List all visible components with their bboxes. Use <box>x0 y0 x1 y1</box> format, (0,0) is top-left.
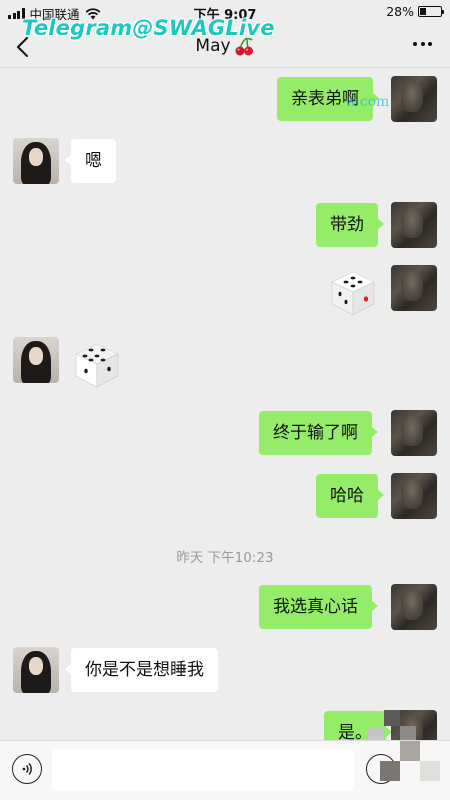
mosaic-pixel <box>368 728 384 740</box>
more-dot <box>428 42 432 46</box>
watermark-url: w.com <box>345 94 390 110</box>
my-avatar[interactable] <box>391 473 437 519</box>
message-bubble-her[interactable]: 嗯 <box>65 139 116 183</box>
dice-icon[interactable] <box>72 340 122 390</box>
status-right: 28% <box>386 4 444 19</box>
message-bubble-me[interactable]: 终于输了啊 <box>259 411 378 455</box>
mosaic-pixel <box>384 710 400 726</box>
battery-fill <box>420 8 426 15</box>
message-bubble-me[interactable]: 带劲 <box>316 203 384 247</box>
dice-icon[interactable] <box>328 268 378 318</box>
contact-avatar[interactable] <box>13 647 59 693</box>
mosaic-pixel <box>400 741 420 761</box>
more-options-button[interactable] <box>413 42 432 46</box>
input-bar <box>0 740 450 800</box>
battery-percent: 28% <box>386 4 414 19</box>
battery-icon <box>418 6 444 17</box>
mosaic-pixel <box>400 726 416 740</box>
message-bubble-her[interactable]: 你是不是想睡我 <box>65 648 218 692</box>
mosaic-pixel <box>420 761 440 781</box>
my-avatar[interactable] <box>391 76 437 122</box>
my-avatar[interactable] <box>391 584 437 630</box>
more-dot <box>420 42 425 46</box>
my-avatar[interactable] <box>391 265 437 311</box>
watermark-text: Telegram@SWAGLive <box>22 16 275 40</box>
contact-avatar[interactable] <box>13 337 59 383</box>
voice-icon <box>22 762 32 776</box>
mosaic-pixel <box>380 761 400 781</box>
contact-avatar[interactable] <box>13 138 59 184</box>
message-input[interactable] <box>52 749 354 791</box>
more-dot <box>413 42 417 46</box>
voice-button[interactable] <box>12 754 42 784</box>
message-timestamp: 昨天 下午10:23 <box>176 550 274 566</box>
my-avatar[interactable] <box>391 202 437 248</box>
my-avatar[interactable] <box>391 410 437 456</box>
message-bubble-me[interactable]: 我选真心话 <box>259 585 378 629</box>
chat-area[interactable]: 亲表弟啊 w.com 嗯 带劲 终于输了啊 哈哈 昨天 下午10:23 我选真心… <box>0 68 450 740</box>
message-bubble-me[interactable]: 哈哈 <box>316 474 384 518</box>
